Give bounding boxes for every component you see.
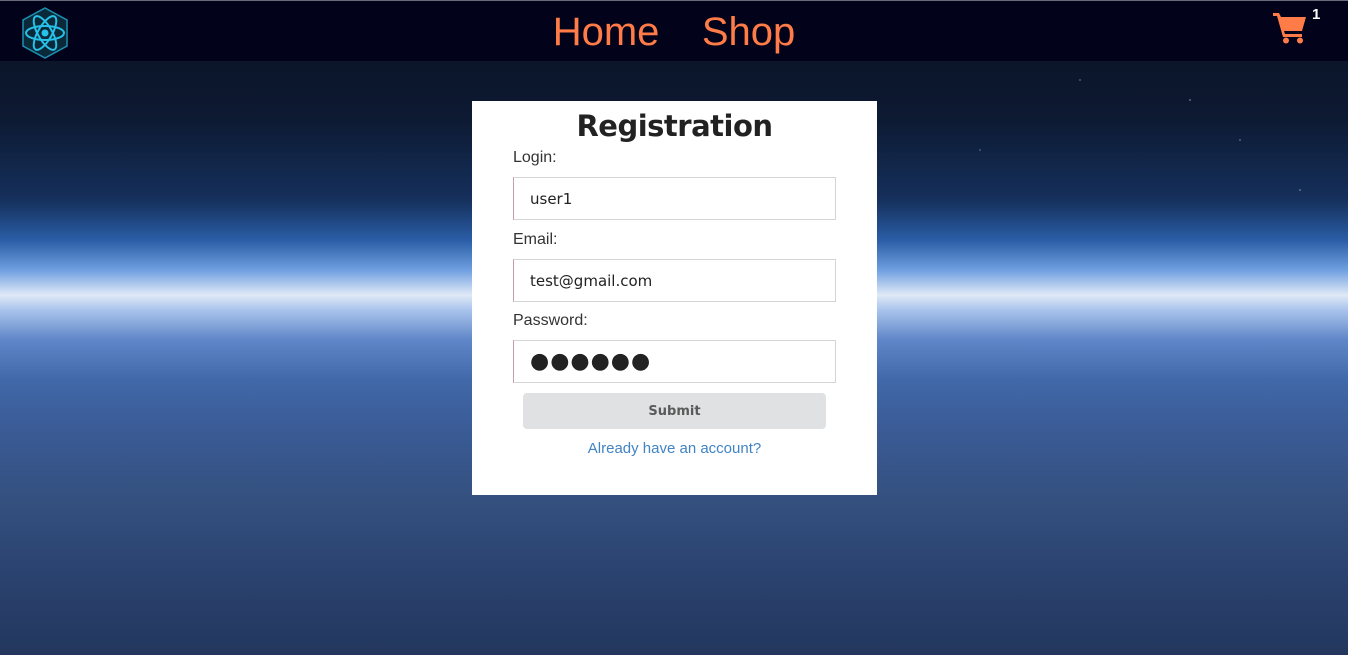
login-label: Login:: [513, 149, 557, 166]
nav-link-shop[interactable]: Shop: [702, 7, 795, 57]
nav-links: Home Shop: [0, 7, 1348, 57]
shopping-cart-icon[interactable]: [1272, 10, 1308, 44]
email-input[interactable]: [513, 259, 836, 302]
email-label: Email:: [513, 231, 558, 248]
navbar: Home Shop 1: [0, 0, 1348, 61]
password-input[interactable]: [513, 340, 836, 383]
login-link[interactable]: Already have an account?: [472, 440, 877, 457]
nav-link-home[interactable]: Home: [553, 7, 660, 57]
form-title: Registration: [576, 109, 773, 143]
cart-count-badge: 1: [1312, 6, 1321, 23]
login-input[interactable]: [513, 177, 836, 220]
password-label: Password:: [513, 312, 588, 329]
submit-button[interactable]: Submit: [523, 393, 826, 429]
registration-card: Registration Login: Email: Password: Sub…: [472, 101, 877, 495]
